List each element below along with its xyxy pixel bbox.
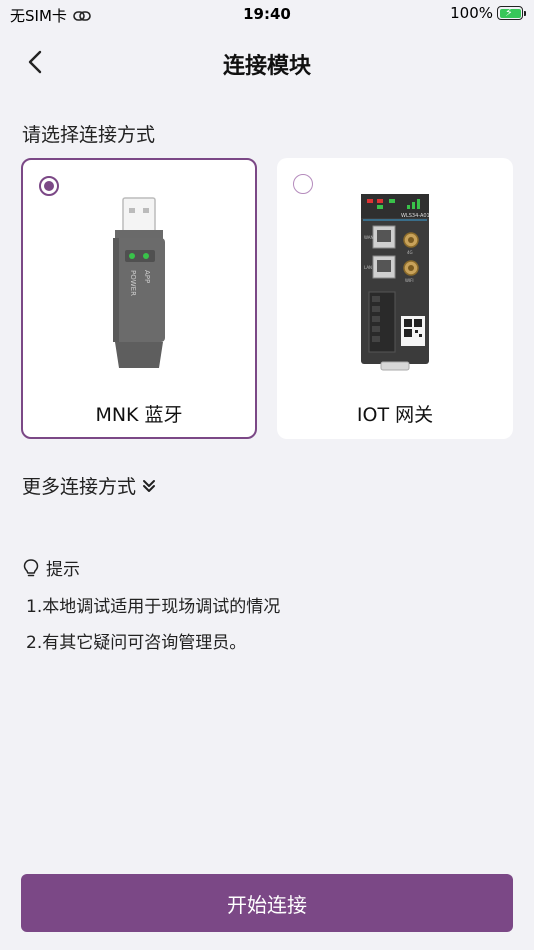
option-card-iot[interactable]: WLS34-A01 WAN LAN 4G WIFI IOT 网关 xyxy=(277,158,513,439)
section-label: 请选择连接方式 xyxy=(22,124,156,146)
gateway-model-label: WLS34-A01 xyxy=(401,213,430,219)
iot-gateway-image: WLS34-A01 WAN LAN 4G WIFI xyxy=(361,194,430,371)
battery-icon: ⚡ xyxy=(497,6,523,20)
radio-iot[interactable] xyxy=(293,174,313,194)
tips-section: 提示 1.本地调试适用于现场调试的情况 2.有其它疑问可咨询管理员。 xyxy=(22,555,512,653)
page-title: 连接模块 xyxy=(222,54,311,79)
usb-dongle-image: POWER APP xyxy=(113,197,165,368)
more-options-label: 更多连接方式 xyxy=(22,476,137,498)
option-card-bluetooth[interactable]: POWER APP MNK 蓝牙 xyxy=(21,158,257,439)
gateway-wifi-label: WIFI xyxy=(405,278,414,283)
nav-bar: 连接模块 xyxy=(0,38,534,88)
more-options-toggle[interactable]: 更多连接方式 xyxy=(22,472,156,499)
option-label-iot: IOT 网关 xyxy=(356,404,434,426)
battery-percent: 100% xyxy=(450,4,493,22)
double-chevron-down-icon xyxy=(143,479,156,492)
tip-item: 2.有其它疑问可咨询管理员。 xyxy=(26,633,247,653)
dongle-power-label: POWER xyxy=(129,270,137,296)
radio-bluetooth[interactable] xyxy=(39,176,59,196)
status-bar: 无SIM卡 19:40 100% ⚡ xyxy=(0,0,534,28)
option-label-bluetooth: MNK 蓝牙 xyxy=(95,404,183,426)
gateway-wan-label: WAN xyxy=(364,235,373,240)
battery-status: 100% ⚡ xyxy=(450,4,526,22)
tips-title: 提示 xyxy=(46,560,80,580)
gateway-lan-label: LAN xyxy=(364,265,372,270)
tips-header: 提示 xyxy=(22,555,512,580)
dongle-app-label: APP xyxy=(143,270,151,283)
gateway-4g-label: 4G xyxy=(407,250,413,255)
start-connect-button[interactable]: 开始连接 xyxy=(21,874,513,932)
lightbulb-icon xyxy=(23,558,39,576)
tip-item: 1.本地调试适用于现场调试的情况 xyxy=(26,597,281,617)
